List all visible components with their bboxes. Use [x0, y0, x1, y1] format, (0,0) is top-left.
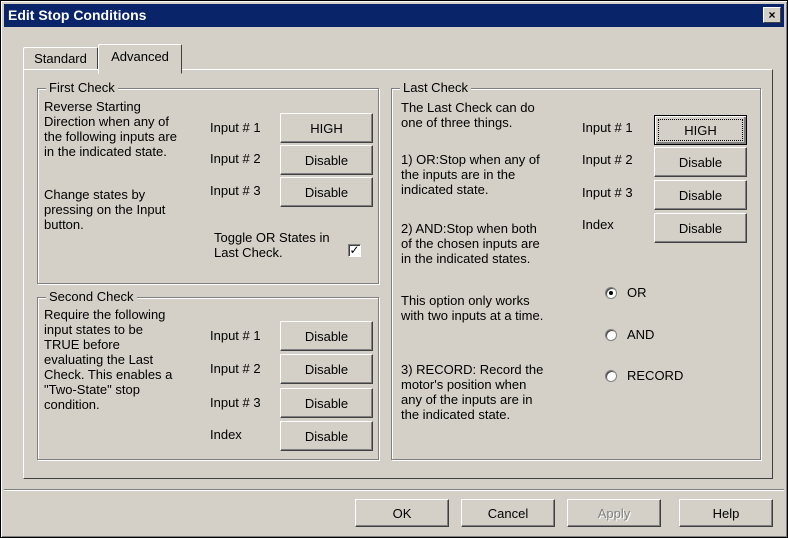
edit-stop-conditions-dialog: Edit Stop Conditions × Standard Advanced… [0, 0, 788, 538]
radio-dot-icon [609, 291, 613, 295]
last-check-input-3-label: Input # 3 [582, 185, 633, 200]
mode-record-label[interactable]: RECORD [627, 368, 683, 384]
footer-separator [4, 489, 784, 491]
last-check-input-1-button[interactable]: HIGH [654, 115, 747, 145]
last-check-input-2-label: Input # 2 [582, 152, 633, 167]
close-icon: × [768, 8, 776, 22]
check-icon: ✓ [349, 243, 360, 257]
cancel-button[interactable]: Cancel [461, 499, 555, 527]
mode-or-label[interactable]: OR [627, 285, 647, 301]
second-check-input-1-label: Input # 1 [210, 328, 261, 343]
first-check-input-1-button[interactable]: HIGH [280, 113, 373, 143]
apply-button[interactable]: Apply [567, 499, 661, 527]
title-bar: Edit Stop Conditions × [4, 4, 784, 27]
second-check-legend: Second Check [46, 289, 137, 305]
first-check-description: Reverse Starting Direction when any of t… [44, 99, 177, 159]
mode-record-radio[interactable] [605, 370, 617, 382]
second-check-description: Require the following input states to be… [44, 307, 173, 412]
close-button[interactable]: × [763, 7, 781, 23]
last-check-index-label: Index [582, 217, 614, 232]
last-check-index-button[interactable]: Disable [654, 213, 747, 243]
second-check-input-3-label: Input # 3 [210, 395, 261, 410]
first-check-group: First Check Reverse Starting Direction w… [37, 80, 379, 284]
first-check-help: Change states by pressing on the Input b… [44, 187, 166, 232]
first-check-input-2-label: Input # 2 [210, 151, 261, 166]
first-check-legend: First Check [46, 80, 118, 96]
last-check-intro: The Last Check can do one of three thing… [401, 100, 535, 130]
second-check-input-2-label: Input # 2 [210, 361, 261, 376]
last-check-and-description: 2) AND:Stop when both of the chosen inpu… [401, 221, 540, 266]
last-check-record-description: 3) RECORD: Record the motor's position w… [401, 362, 544, 422]
tab-standard[interactable]: Standard [23, 47, 98, 70]
window-title: Edit Stop Conditions [8, 7, 147, 23]
help-button[interactable]: Help [679, 499, 773, 527]
first-check-input-3-button[interactable]: Disable [280, 177, 373, 207]
second-check-index-button[interactable]: Disable [280, 421, 373, 451]
last-check-input-2-button[interactable]: Disable [654, 147, 747, 177]
last-check-input-3-button[interactable]: Disable [654, 180, 747, 210]
first-check-input-1-label: Input # 1 [210, 120, 261, 135]
toggle-or-label: Toggle OR States in Last Check. [214, 230, 330, 260]
advanced-tab-panel: First Check Reverse Starting Direction w… [23, 69, 773, 479]
second-check-input-1-button[interactable]: Disable [280, 321, 373, 351]
toggle-or-checkbox[interactable]: ✓ [348, 244, 361, 257]
mode-and-label[interactable]: AND [627, 327, 654, 343]
ok-button[interactable]: OK [355, 499, 449, 527]
second-check-group: Second Check Require the following input… [37, 289, 379, 460]
last-check-input-1-label: Input # 1 [582, 120, 633, 135]
last-check-note: This option only works with two inputs a… [401, 293, 544, 323]
first-check-input-3-label: Input # 3 [210, 183, 261, 198]
tab-advanced[interactable]: Advanced [98, 44, 182, 74]
last-check-legend: Last Check [400, 80, 472, 96]
second-check-input-3-button[interactable]: Disable [280, 388, 373, 418]
mode-or-radio[interactable] [605, 287, 617, 299]
second-check-index-label: Index [210, 427, 242, 442]
mode-and-radio[interactable] [605, 329, 617, 341]
first-check-input-2-button[interactable]: Disable [280, 145, 373, 175]
last-check-or-description: 1) OR:Stop when any of the inputs are in… [401, 152, 540, 197]
second-check-input-2-button[interactable]: Disable [280, 354, 373, 384]
last-check-group: Last Check The Last Check can do one of … [391, 80, 761, 460]
